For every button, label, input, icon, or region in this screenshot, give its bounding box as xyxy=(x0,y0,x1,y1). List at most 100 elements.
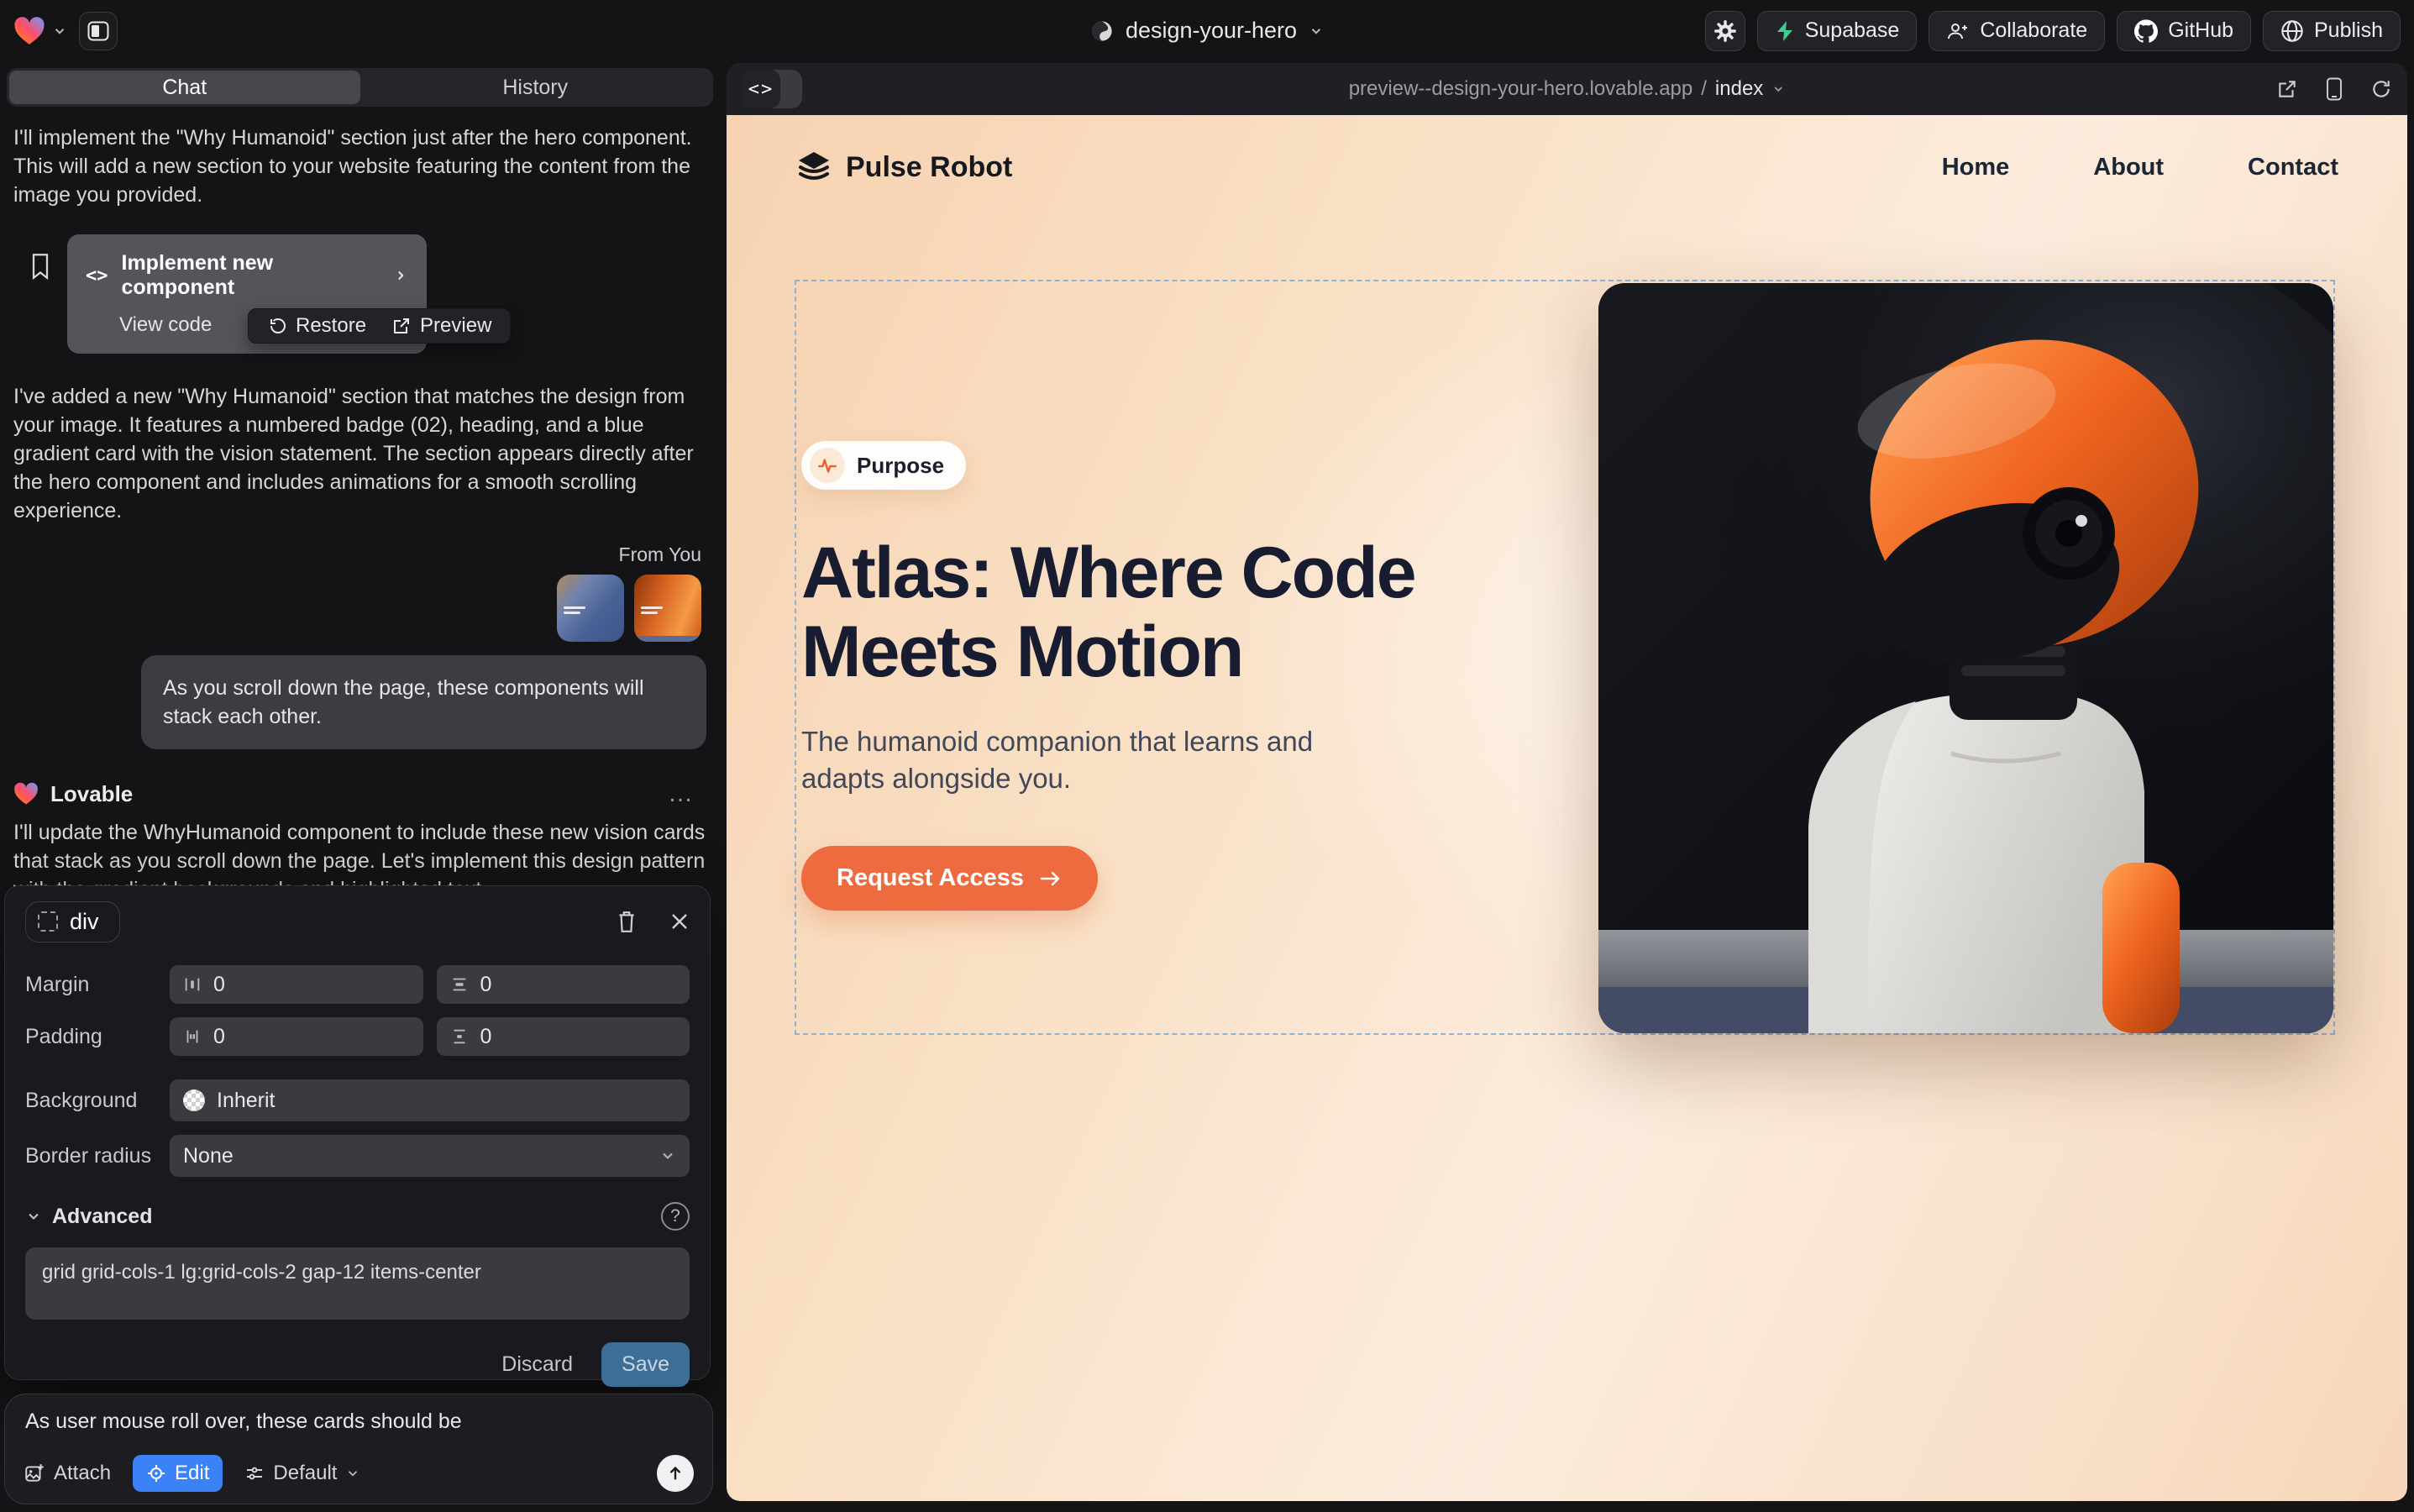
attach-button[interactable]: Attach xyxy=(24,1462,111,1485)
tailwind-classes-textarea[interactable]: grid grid-cols-1 lg:grid-cols-2 gap-12 i… xyxy=(25,1247,690,1320)
github-button[interactable]: GitHub xyxy=(2117,11,2251,51)
code-icon: <> xyxy=(86,265,108,286)
hero-subtext: The humanoid companion that learns and a… xyxy=(801,723,1389,797)
border-radius-label: Border radius xyxy=(25,1144,170,1168)
margin-y-value: 0 xyxy=(480,973,492,997)
attach-label: Attach xyxy=(54,1462,111,1485)
component-card-title: Implement new component xyxy=(122,251,380,300)
site-brand[interactable]: Pulse Robot xyxy=(795,149,1012,186)
bookmark-icon[interactable] xyxy=(29,253,52,354)
lovable-heart-icon xyxy=(13,782,39,806)
background-input[interactable]: Inherit xyxy=(170,1079,690,1121)
assistant-message: I've added a new "Why Humanoid" section … xyxy=(13,382,706,525)
preview-panel: <> preview--design-your-hero.lovable.app… xyxy=(727,63,2407,1501)
preview-button[interactable]: Preview xyxy=(391,314,491,338)
mode-label: Default xyxy=(273,1462,337,1485)
open-external-button[interactable] xyxy=(2276,78,2298,100)
border-radius-value: None xyxy=(183,1144,234,1168)
globe-icon xyxy=(1090,19,1114,43)
padding-x-icon xyxy=(183,1027,202,1046)
attach-image-icon xyxy=(24,1462,45,1484)
nav-link-contact[interactable]: Contact xyxy=(2248,154,2338,181)
sidebar-toggle-button[interactable] xyxy=(79,12,118,50)
margin-x-input[interactable]: 0 xyxy=(170,965,423,1004)
request-access-label: Request Access xyxy=(837,864,1024,892)
padding-x-value: 0 xyxy=(213,1025,225,1049)
version-actions-pill: Restore Preview xyxy=(248,308,511,344)
lovable-logo-menu[interactable] xyxy=(13,16,67,46)
advanced-section-header[interactable]: Advanced ? xyxy=(25,1202,690,1231)
gear-icon xyxy=(1713,19,1737,43)
message-menu-button[interactable]: … xyxy=(668,780,706,808)
padding-y-input[interactable]: 0 xyxy=(437,1017,690,1056)
external-link-icon xyxy=(391,316,412,336)
preview-url-host: preview--design-your-hero.lovable.app xyxy=(1349,77,1693,101)
nav-link-home[interactable]: Home xyxy=(1942,154,2010,181)
topbar: design-your-hero xyxy=(0,0,2414,61)
from-you-label: From You xyxy=(619,543,701,566)
request-access-button[interactable]: Request Access xyxy=(801,846,1098,911)
margin-x-value: 0 xyxy=(213,973,225,997)
assistant-message: I'll implement the "Why Humanoid" sectio… xyxy=(13,123,706,209)
border-radius-select[interactable]: None xyxy=(170,1135,690,1177)
background-value: Inherit xyxy=(217,1089,275,1113)
panel-layout-icon xyxy=(87,21,109,41)
padding-x-input[interactable]: 0 xyxy=(170,1017,423,1056)
composer-input[interactable]: As user mouse roll over, these cards sho… xyxy=(25,1410,692,1434)
discard-button[interactable]: Discard xyxy=(501,1352,573,1377)
transparency-swatch-icon xyxy=(183,1089,205,1111)
edit-mode-pill[interactable]: Edit xyxy=(133,1455,223,1492)
site-brand-name: Pulse Robot xyxy=(846,151,1012,184)
advanced-label: Advanced xyxy=(52,1205,152,1229)
element-inspector-panel: div Margin xyxy=(4,885,711,1380)
padding-y-value: 0 xyxy=(480,1025,492,1049)
hero-section-selection[interactable]: Purpose Atlas: Where Code Meets Motion T… xyxy=(795,280,2335,1035)
tab-chat[interactable]: Chat xyxy=(9,71,360,104)
chevron-down-icon xyxy=(52,24,67,39)
restore-button[interactable]: Restore xyxy=(267,314,366,338)
help-icon[interactable]: ? xyxy=(661,1202,690,1231)
attachment-thumbnail-orange[interactable] xyxy=(634,575,701,642)
site-canvas[interactable]: Pulse Robot Home About Contact Purpose xyxy=(727,115,2407,1501)
tab-history[interactable]: History xyxy=(360,71,711,104)
chat-composer[interactable]: As user mouse roll over, these cards sho… xyxy=(4,1394,713,1504)
user-message-bubble: As you scroll down the page, these compo… xyxy=(141,655,706,749)
hero-robot-image xyxy=(1598,283,2333,1033)
arrow-up-icon xyxy=(666,1464,685,1483)
trash-icon[interactable] xyxy=(616,910,638,933)
save-button[interactable]: Save xyxy=(601,1342,690,1387)
mobile-view-button[interactable] xyxy=(2325,77,2343,101)
restore-label: Restore xyxy=(296,314,366,338)
code-view-toggle[interactable]: <> xyxy=(742,70,802,108)
chevron-down-icon xyxy=(345,1466,360,1481)
padding-y-icon xyxy=(450,1027,469,1046)
assistant-name: Lovable xyxy=(50,781,133,807)
margin-y-icon xyxy=(450,975,469,994)
send-button[interactable] xyxy=(657,1455,694,1492)
chevron-down-icon xyxy=(1309,24,1324,39)
chat-scroll-area[interactable]: I'll implement the "Why Humanoid" sectio… xyxy=(0,123,720,958)
attachment-thumbnail-blue[interactable] xyxy=(557,575,624,642)
collaborate-button[interactable]: Collaborate xyxy=(1929,11,2105,51)
nav-link-about[interactable]: About xyxy=(2093,154,2164,181)
purpose-badge-label: Purpose xyxy=(857,453,944,479)
arrow-right-icon xyxy=(1039,869,1063,889)
chevron-down-icon xyxy=(1771,82,1785,96)
lovable-app-window: design-your-hero xyxy=(0,0,2414,1512)
preview-label: Preview xyxy=(420,314,491,338)
margin-y-input[interactable]: 0 xyxy=(437,965,690,1004)
refresh-button[interactable] xyxy=(2370,78,2392,100)
preview-url-bar[interactable]: preview--design-your-hero.lovable.app / … xyxy=(1349,77,1786,101)
preview-header: <> preview--design-your-hero.lovable.app… xyxy=(727,63,2407,115)
selected-element-chip[interactable]: div xyxy=(25,901,120,942)
site-header: Pulse Robot Home About Contact xyxy=(727,115,2407,186)
chevron-right-icon xyxy=(393,268,408,283)
sliders-icon xyxy=(244,1463,265,1483)
settings-button[interactable] xyxy=(1705,11,1745,51)
github-icon xyxy=(2134,19,2158,43)
publish-button[interactable]: Publish xyxy=(2263,11,2401,51)
supabase-button[interactable]: Supabase xyxy=(1757,11,1918,51)
close-icon[interactable] xyxy=(669,911,690,932)
project-switcher[interactable]: design-your-hero xyxy=(1090,18,1324,44)
mode-selector[interactable]: Default xyxy=(244,1462,360,1485)
